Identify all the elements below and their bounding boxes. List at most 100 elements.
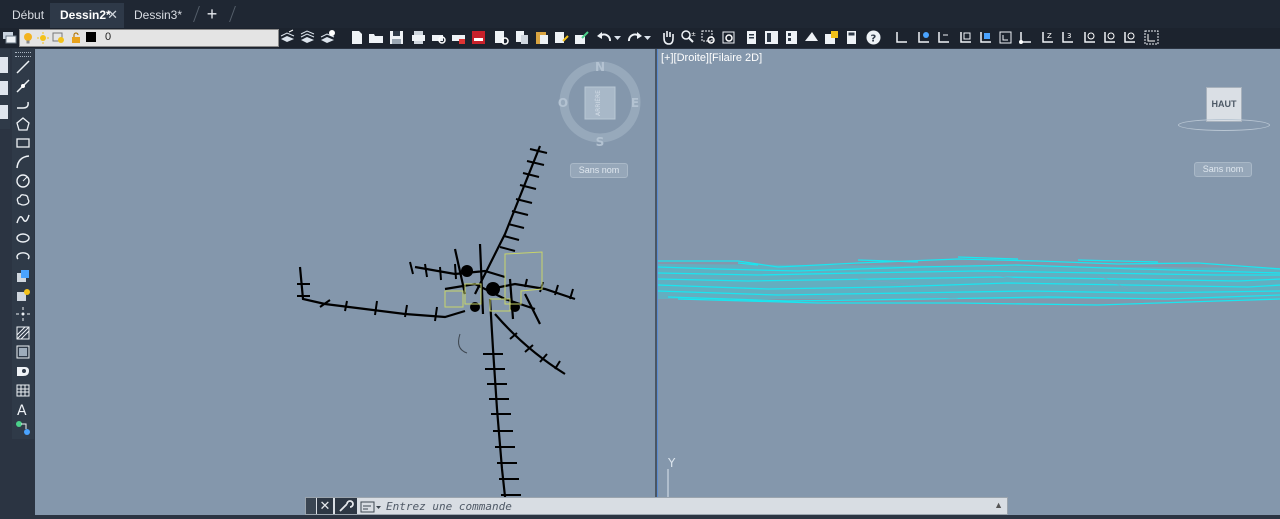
recent-commands-icon[interactable] (360, 500, 382, 513)
help-icon[interactable]: ? (865, 29, 882, 46)
ucs-previous-icon[interactable] (935, 29, 952, 46)
layer-match-icon[interactable] (279, 29, 296, 46)
tab-separator (193, 6, 200, 22)
command-history-icon[interactable]: ▲ (994, 500, 1003, 510)
svg-text:Z: Z (1047, 32, 1052, 40)
tab-close-icon[interactable]: ✕ (107, 3, 118, 27)
arc-icon[interactable] (15, 154, 31, 170)
command-input[interactable] (386, 499, 966, 513)
paste-icon[interactable] (533, 29, 550, 46)
insert-block-icon[interactable] (15, 268, 31, 284)
plot-preview-icon[interactable] (430, 29, 447, 46)
tab-dessin2[interactable]: Dessin2* ✕ (50, 3, 124, 28)
dwf-export-icon[interactable] (470, 29, 487, 46)
cut-icon[interactable] (513, 29, 530, 46)
hatch-icon[interactable] (15, 325, 31, 341)
current-layer-name: 0 (105, 31, 112, 43)
construction-line-icon[interactable] (15, 78, 31, 94)
spline-icon[interactable] (15, 211, 31, 227)
tab-label: Dessin2* (60, 8, 111, 22)
ucs-3point-icon[interactable]: 3 (1059, 29, 1076, 46)
polyline-icon[interactable] (15, 97, 31, 113)
zoom-window-icon[interactable] (700, 29, 717, 46)
ucs-view-icon[interactable] (997, 29, 1014, 46)
ucs-zaxis-icon[interactable]: Z (1039, 29, 1056, 46)
undo-icon[interactable] (596, 29, 613, 46)
markup-manager-icon[interactable] (823, 29, 840, 46)
svg-text:A: A (17, 403, 27, 417)
command-line-grip[interactable] (306, 498, 316, 514)
color-swatch-icon[interactable] (86, 32, 96, 42)
undo-dropdown-icon[interactable] (613, 29, 622, 46)
calculator-icon[interactable] (843, 29, 860, 46)
ucs-icon[interactable] (893, 29, 910, 46)
tool-palettes-icon[interactable] (783, 29, 800, 46)
rectangle-icon[interactable] (15, 135, 31, 151)
ucs-y-rotate-icon[interactable] (1101, 29, 1118, 46)
layer-dropdown[interactable]: 0 (19, 29, 279, 47)
ucs-object-icon[interactable] (977, 29, 994, 46)
command-line: ✕ ▲ (305, 497, 1008, 515)
svg-text:±: ± (691, 31, 696, 38)
make-block-icon[interactable] (15, 287, 31, 303)
table-icon[interactable] (15, 382, 31, 398)
redo-dropdown-icon[interactable] (643, 29, 652, 46)
properties-palette-icon[interactable] (743, 29, 760, 46)
add-selected-icon[interactable] (15, 420, 31, 436)
layer-state-icon[interactable] (319, 29, 336, 46)
ucs-origin-icon[interactable] (1017, 29, 1034, 46)
tab-dessin3[interactable]: Dessin3* (128, 3, 194, 28)
tab-debut[interactable]: Début (4, 3, 48, 28)
svg-text:3: 3 (1067, 32, 1071, 40)
ellipse-icon[interactable] (15, 230, 31, 246)
redo-icon[interactable] (626, 29, 643, 46)
save-icon[interactable] (388, 29, 405, 46)
point-icon[interactable] (15, 306, 31, 322)
profile-geometry: Y (658, 256, 1280, 512)
panel-tab-icon[interactable] (0, 105, 8, 119)
publish-icon[interactable] (450, 29, 467, 46)
drawing-geometry (297, 145, 576, 515)
circle-icon[interactable] (15, 173, 31, 189)
toolbar-grip[interactable] (15, 52, 31, 57)
document-tab-bar: Début Dessin2* ✕ Dessin3* + (0, 0, 1280, 28)
polygon-icon[interactable] (15, 116, 31, 132)
ucs-face-icon[interactable] (957, 29, 974, 46)
block-editor-icon[interactable] (573, 29, 590, 46)
left-viewport[interactable]: N S E O ARRIÈRE Sans nom (35, 49, 655, 515)
ucs-z-rotate-icon[interactable] (1121, 29, 1138, 46)
zoom-previous-icon[interactable] (720, 29, 737, 46)
panel-tab-icon[interactable] (0, 57, 8, 73)
parcel-outlines (444, 251, 543, 312)
right-viewport[interactable]: [+][Droite][Filaire 2D] HAUT Sans nom Y (657, 49, 1280, 515)
multiline-text-icon[interactable]: A (15, 401, 31, 417)
sheet-set-manager-icon[interactable] (803, 29, 820, 46)
freeze-viewport-icon[interactable] (52, 31, 66, 43)
sun-icon[interactable] (37, 31, 49, 44)
ucs-world-icon[interactable] (915, 29, 932, 46)
new-tab-button[interactable]: + (204, 2, 220, 26)
revision-cloud-icon[interactable] (15, 192, 31, 208)
lock-icon[interactable] (70, 31, 82, 43)
region-icon[interactable] (15, 363, 31, 379)
pan-hand-icon[interactable] (660, 29, 677, 46)
command-close-icon[interactable]: ✕ (317, 498, 333, 514)
open-folder-icon[interactable] (368, 29, 385, 46)
bulb-on-icon[interactable] (22, 31, 34, 44)
design-center-icon[interactable] (763, 29, 780, 46)
zoom-realtime-icon[interactable]: ± (680, 29, 697, 46)
match-properties-icon[interactable] (553, 29, 570, 46)
ucs-apply-icon[interactable] (1143, 29, 1160, 46)
sheet-set-icon[interactable] (493, 29, 510, 46)
ellipse-arc-icon[interactable] (15, 249, 31, 265)
new-drawing-icon[interactable] (348, 29, 365, 46)
layer-previous-icon[interactable] (299, 29, 316, 46)
layer-properties-icon[interactable] (1, 29, 18, 46)
plot-icon[interactable] (410, 29, 427, 46)
curve-polyline (458, 333, 468, 354)
customize-wrench-icon[interactable] (335, 498, 357, 514)
gradient-icon[interactable] (15, 344, 31, 360)
panel-tab-icon[interactable] (0, 81, 8, 95)
line-icon[interactable] (15, 59, 31, 75)
ucs-x-rotate-icon[interactable] (1081, 29, 1098, 46)
